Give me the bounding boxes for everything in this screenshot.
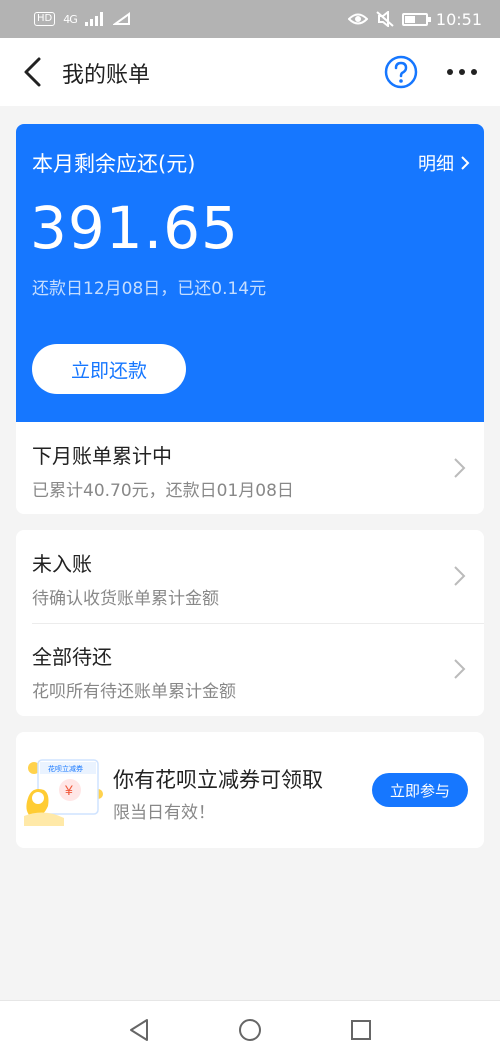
chevron-right-icon [461,156,470,170]
wifi-icon [112,12,130,25]
repay-now-button[interactable]: 立即还款 [32,344,186,394]
promo-card: 花呗立减券 ¥ 你有花呗立减券可领取 限当日有效！ 立即参与 [16,732,484,848]
back-triangle-icon[interactable] [127,1017,153,1043]
back-button[interactable] [20,56,46,88]
chevron-right-icon [454,659,466,679]
all-pending-row[interactable]: 全部待还 花呗所有待还账单累计金额 [16,623,484,716]
question-circle-icon[interactable] [384,55,418,89]
chevron-right-icon [454,566,466,586]
pending-card: 未入账 待确认收货账单累计金额 全部待还 花呗所有待还账单累计金额 [16,530,484,716]
nav-bar: 我的账单 [0,38,500,106]
hd-indicator: HD [34,12,56,26]
next-bill-row[interactable]: 下月账单累计中 已累计40.70元，还款日01月08日 [16,422,484,514]
battery-fill [404,15,415,23]
eye-icon [347,13,368,25]
detail-link-label: 明细 [418,154,454,175]
home-circle-icon[interactable] [237,1017,263,1043]
all-pending-title: 全部待还 [32,645,112,669]
bill-label: 本月剩余应还(元) [32,152,196,176]
bill-card: 本月剩余应还(元) 明细 391.65 还款日12月08日，已还0.14元 立即… [16,124,484,514]
coupon-label: 花呗立减券 [48,764,83,773]
signal-icon [84,12,103,26]
system-nav-bar [0,1000,500,1056]
clock: 10:51 [435,9,482,29]
page-title: 我的账单 [62,63,151,88]
signal-label: 4G [63,12,77,26]
remaining-amount: 391.65 [30,194,239,262]
repay-info: 还款日12月08日，已还0.14元 [32,279,267,299]
unposted-row[interactable]: 未入账 待确认收货账单累计金额 [16,530,484,623]
chevron-right-icon [454,458,466,478]
status-bar: HD 4G 10:51 [0,0,500,38]
next-bill-title: 下月账单累计中 [32,444,172,468]
detail-link[interactable]: 明细 [418,150,470,176]
coupon-illustration: 花呗立减券 ¥ [24,759,103,826]
mute-icon [376,11,394,27]
join-now-button[interactable]: 立即参与 [372,773,468,807]
unposted-title: 未入账 [32,552,92,576]
more-dots-icon[interactable] [444,60,480,84]
battery-icon [401,12,431,26]
status-left: HD 4G [34,12,131,26]
all-pending-subtitle: 花呗所有待还账单累计金额 [32,682,236,702]
unposted-subtitle: 待确认收货账单累计金额 [32,589,219,609]
recent-square-icon[interactable] [348,1017,374,1043]
next-bill-subtitle: 已累计40.70元，还款日01月08日 [32,481,294,501]
bill-summary: 本月剩余应还(元) 明细 391.65 还款日12月08日，已还0.14元 立即… [16,124,484,422]
promo-title: 你有花呗立减券可领取 [113,768,323,792]
status-right: 10:51 [347,9,482,29]
promo-subtitle: 限当日有效！ [113,803,215,823]
coupon-symbol: ¥ [64,782,73,798]
